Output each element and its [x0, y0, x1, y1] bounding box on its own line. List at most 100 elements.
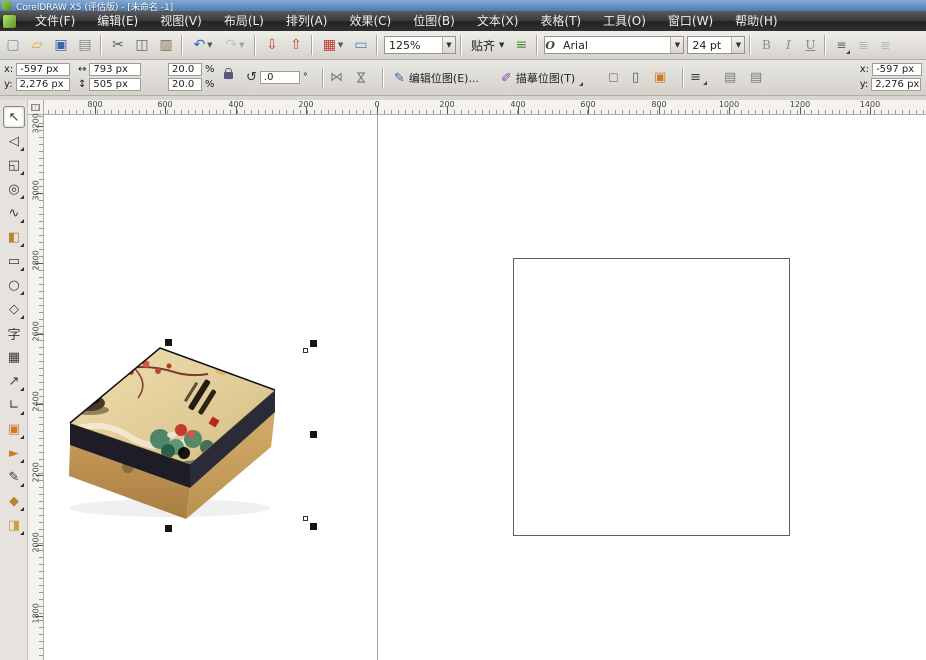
ellipse-tool[interactable]: ○ [3, 274, 25, 296]
new-button[interactable]: ▢ [2, 34, 24, 56]
menu-item-5[interactable]: 排列(A) [275, 11, 339, 31]
bold-button[interactable]: B [756, 35, 776, 55]
drop-cap-button[interactable]: ≣ [875, 35, 895, 55]
redo-button[interactable]: ↷▼ [220, 34, 250, 56]
zoom-tool[interactable]: ◎ [3, 178, 25, 200]
fill-tool[interactable]: ◆ [3, 490, 25, 512]
mirror-vertical-button[interactable]: ⋈ [353, 71, 368, 84]
cursor-y-field[interactable]: 2,276 px [871, 78, 921, 91]
cut-button[interactable]: ✂ [107, 34, 129, 56]
pick-tool[interactable]: ↖ [3, 106, 25, 128]
resample-bitmap-button[interactable]: ▣ [654, 70, 666, 85]
trace-bitmap-button[interactable]: ✐ 描摹位图(T) [495, 67, 589, 89]
contour-tool[interactable]: ► [3, 442, 25, 464]
horizontal-ruler[interactable]: 8006004002000200400600800100012001400 [44, 100, 926, 115]
scale-x-field[interactable]: 20.0 [168, 63, 202, 76]
freehand-tool[interactable]: ∿ [3, 202, 25, 224]
menu-item-8[interactable]: 文本(X) [466, 11, 530, 31]
object-height-field[interactable]: 505 px [89, 78, 141, 91]
text-alignment-button[interactable]: ≡ [831, 35, 851, 55]
disabled-effect-button[interactable]: ▤ [724, 70, 736, 85]
menu-item-9[interactable]: 表格(T) [529, 11, 592, 31]
menu-item-12[interactable]: 帮助(H) [724, 11, 788, 31]
dimension-icon: ↗ [9, 374, 20, 389]
save-button[interactable]: ▣ [50, 34, 72, 56]
bitmap-frame-button[interactable]: ◻ [608, 70, 619, 85]
selection-handle-secondary[interactable] [303, 516, 308, 521]
menu-item-1[interactable]: 文件(F) [24, 11, 86, 31]
drawing-canvas[interactable] [44, 115, 926, 660]
font-size-combo[interactable]: 24 pt ▼ [687, 36, 745, 54]
export-button[interactable]: ⇧ [285, 34, 307, 56]
import-button[interactable]: ⇩ [261, 34, 283, 56]
chevron-down-icon[interactable]: ▼ [338, 41, 343, 49]
undo-button[interactable]: ↶▼ [188, 34, 218, 56]
connector-tool[interactable]: ∟ [3, 394, 25, 416]
object-y-field[interactable]: 2,276 px [16, 78, 70, 91]
menu-item-2[interactable]: 编辑(E) [86, 11, 149, 31]
chevron-down-icon[interactable]: ▼ [499, 41, 504, 49]
snap-to-button[interactable]: 贴齐 ▼ [471, 37, 508, 54]
toolbar-separator [749, 35, 750, 55]
bullet-list-button[interactable]: ≣ [853, 35, 873, 55]
table-grid-icon: ▦ [8, 350, 20, 365]
polygon-tool[interactable]: ◇ [3, 298, 25, 320]
chevron-down-icon[interactable]: ▼ [442, 37, 455, 53]
zoom-level-combo[interactable]: 125% ▼ [384, 36, 456, 54]
mirror-horizontal-button[interactable]: ⋈ [330, 70, 343, 85]
italic-button[interactable]: I [778, 35, 798, 55]
coreldraw-window: CorelDRAW X5 (评估版) - [未命名 -1] 文件(F)编辑(E)… [0, 0, 926, 660]
selection-handle-secondary[interactable] [303, 348, 308, 353]
options-icon[interactable]: ≡ [510, 34, 532, 56]
crop-tool[interactable]: ◱ [3, 154, 25, 176]
chevron-down-icon[interactable]: ▼ [207, 41, 212, 49]
menu-item-10[interactable]: 工具(O) [592, 11, 657, 31]
chevron-down-icon[interactable]: ▼ [731, 37, 744, 53]
open-button[interactable]: ▱ [26, 34, 48, 56]
selection-handle[interactable] [165, 339, 172, 346]
table-tool[interactable]: ▦ [3, 346, 25, 368]
menu-item-7[interactable]: 位图(B) [402, 11, 466, 31]
smart-fill-tool[interactable]: ◧ [3, 226, 25, 248]
app-menu-icon[interactable] [3, 15, 16, 28]
shape-tool[interactable]: ◁ [3, 130, 25, 152]
cursor-x-field[interactable]: -597 px [872, 63, 922, 76]
menu-item-3[interactable]: 视图(V) [149, 11, 213, 31]
bitmap-boundary-button[interactable]: ▯ [632, 70, 639, 85]
menu-item-11[interactable]: 窗口(W) [657, 11, 724, 31]
text-tool[interactable]: 字 [3, 322, 25, 344]
selection-handle[interactable] [310, 431, 317, 438]
rectangle-tool[interactable]: ▭ [3, 250, 25, 272]
rotation-angle-field[interactable]: .0 [260, 71, 300, 84]
menu-bar: 文件(F)编辑(E)视图(V)布局(L)排列(A)效果(C)位图(B)文本(X)… [0, 11, 926, 31]
ruler-major-tick [36, 126, 43, 127]
application-launcher-button[interactable]: ▦▼ [318, 34, 348, 56]
welcome-screen-button[interactable]: ▭ [350, 34, 372, 56]
object-x-field[interactable]: -597 px [16, 63, 70, 76]
chevron-down-icon[interactable]: ▼ [239, 41, 244, 49]
selection-handle[interactable] [165, 525, 172, 532]
menu-item-6[interactable]: 效果(C) [338, 11, 402, 31]
edit-bitmap-button[interactable]: ✎ 编辑位图(E)... [388, 67, 485, 89]
blend-tool[interactable]: ▣ [3, 418, 25, 440]
object-width-field[interactable]: 793 px [89, 63, 141, 76]
copy-button[interactable]: ◫ [131, 34, 153, 56]
selection-handle[interactable] [310, 340, 317, 347]
selection-handle[interactable] [310, 523, 317, 530]
underline-button[interactable]: U [800, 35, 820, 55]
dimension-tool[interactable]: ↗ [3, 370, 25, 392]
scale-y-field[interactable]: 20.0 [168, 78, 202, 91]
chevron-down-icon[interactable]: ▼ [670, 37, 683, 53]
font-list-combo[interactable]: O Arial ▼ [544, 36, 684, 54]
interactive-fill-tool[interactable]: ◨ [3, 514, 25, 536]
print-button[interactable]: ▤ [74, 34, 96, 56]
vertical-ruler[interactable]: 32003000280026002400220020001800 [28, 115, 44, 660]
wrap-text-button[interactable]: ≡ [690, 70, 701, 85]
paste-button[interactable]: ▥ [155, 34, 177, 56]
rectangle-object[interactable] [513, 258, 790, 536]
eyedropper-tool[interactable]: ✎ [3, 466, 25, 488]
menu-item-4[interactable]: 布局(L) [213, 11, 275, 31]
disabled-effect2-button[interactable]: ▤ [750, 70, 762, 85]
tea-box-image[interactable] [60, 338, 280, 520]
lock-ratio-button[interactable] [224, 68, 233, 79]
